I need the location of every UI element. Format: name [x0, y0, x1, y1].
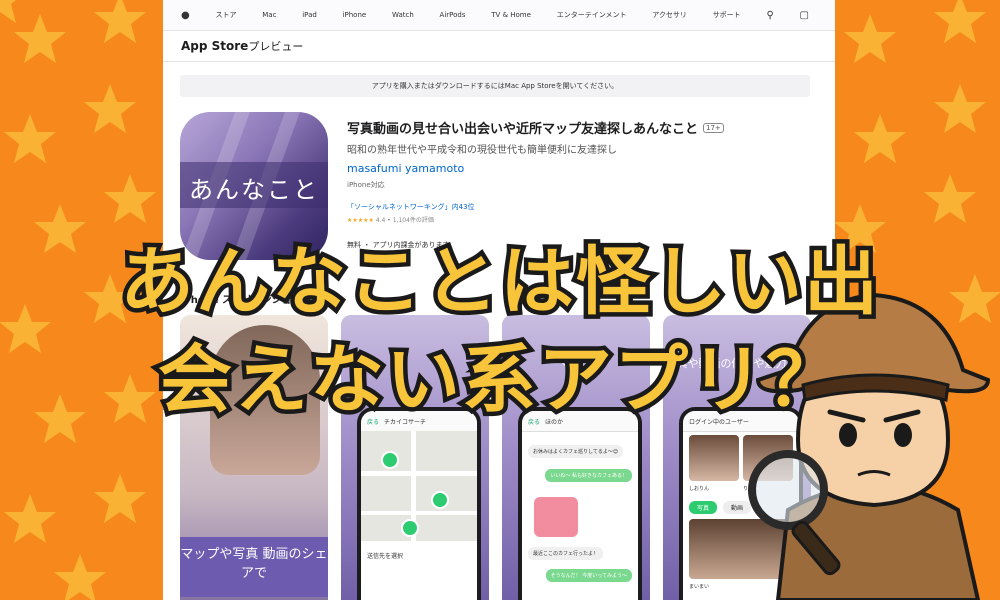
app-title: 写真動画の見せ合い出会いや近所マップ友達探しあんなこと: [347, 122, 699, 137]
nav-item-entertainment[interactable]: エンターテインメント: [557, 10, 627, 20]
nav-item-airpods[interactable]: AirPods: [440, 11, 466, 19]
search-icon[interactable]: ⚲: [766, 10, 773, 21]
bag-icon[interactable]: ▢: [800, 10, 809, 21]
map-pin-icon: [401, 519, 419, 537]
apple-logo-icon[interactable]: ●: [181, 10, 190, 21]
category-rank-link[interactable]: 「ソーシャルネットワーキング」内43位: [347, 202, 724, 212]
nav-item-ipad[interactable]: iPad: [302, 11, 317, 19]
nav-item-iphone[interactable]: iPhone: [343, 11, 367, 19]
chat-bubble: お休みはよくカフェ巡りしてるよ〜😊: [528, 445, 624, 458]
app-store-subnav: App Store プレビュー: [163, 31, 835, 62]
nav-item-watch[interactable]: Watch: [392, 11, 414, 19]
map-pin-icon: [431, 491, 449, 509]
app-store-title[interactable]: App Store: [181, 39, 248, 53]
overlay-headline-line1: あんなことは怪しい出: [116, 235, 883, 330]
screenshot-caption: マップや写真 動画のシェアで: [180, 537, 328, 597]
compatibility-text: iPhone対応: [347, 181, 385, 189]
developer-link[interactable]: masafumi yamamoto: [347, 162, 724, 175]
user-name: しおりん: [689, 486, 710, 492]
shared-location-card: [534, 497, 578, 537]
phone-frame: 戻る チカイコサーチ 送信先を選択: [357, 407, 481, 600]
nav-item-support[interactable]: サポート: [713, 10, 741, 20]
global-nav: ● ストア Mac iPad iPhone Watch AirPods TV &…: [163, 0, 835, 31]
app-subtitle: 昭和の熟年世代や平成令和の現役世代も簡単便利に友達探し: [347, 145, 617, 156]
overlay-headline-line2: 会えない系アプリ？: [154, 333, 845, 428]
star-icon: [0, 0, 16, 23]
open-mac-app-store-banner: アプリを購入またはダウンロードするにはMac App Storeを開いてください…: [180, 75, 810, 97]
chat-bubble: そうなんだ！ 今度いってみよう〜: [545, 569, 632, 582]
chat-bubble: 最近ここのカフェ行ったよ！: [528, 547, 604, 560]
map-view: [361, 431, 477, 541]
magnifying-glass-icon: [748, 450, 828, 530]
user-name: まいまい: [689, 584, 710, 590]
age-rating-badge: 17+: [703, 122, 724, 133]
chat-bubble: いいね〜 私も好きなカフェある！: [545, 469, 632, 482]
nav-item-tv-home[interactable]: TV & Home: [491, 11, 531, 19]
nav-item-accessories[interactable]: アクセサリ: [652, 10, 687, 20]
phone-frame: 戻る ほのか お休みはよくカフェ巡りしてるよ〜😊 いいね〜 私も好きなカフェある…: [518, 407, 642, 600]
nav-item-store[interactable]: ストア: [216, 10, 237, 20]
nav-item-mac[interactable]: Mac: [262, 11, 276, 19]
preview-label: プレビュー: [248, 40, 304, 53]
map-pin-icon: [381, 451, 399, 469]
list-label: 送信先を選択: [367, 553, 404, 560]
tab-photo[interactable]: 写真: [689, 501, 718, 514]
user-photo: [689, 435, 739, 481]
tab-video[interactable]: 動画: [723, 501, 752, 514]
app-icon-text: あんなこと: [189, 176, 319, 204]
